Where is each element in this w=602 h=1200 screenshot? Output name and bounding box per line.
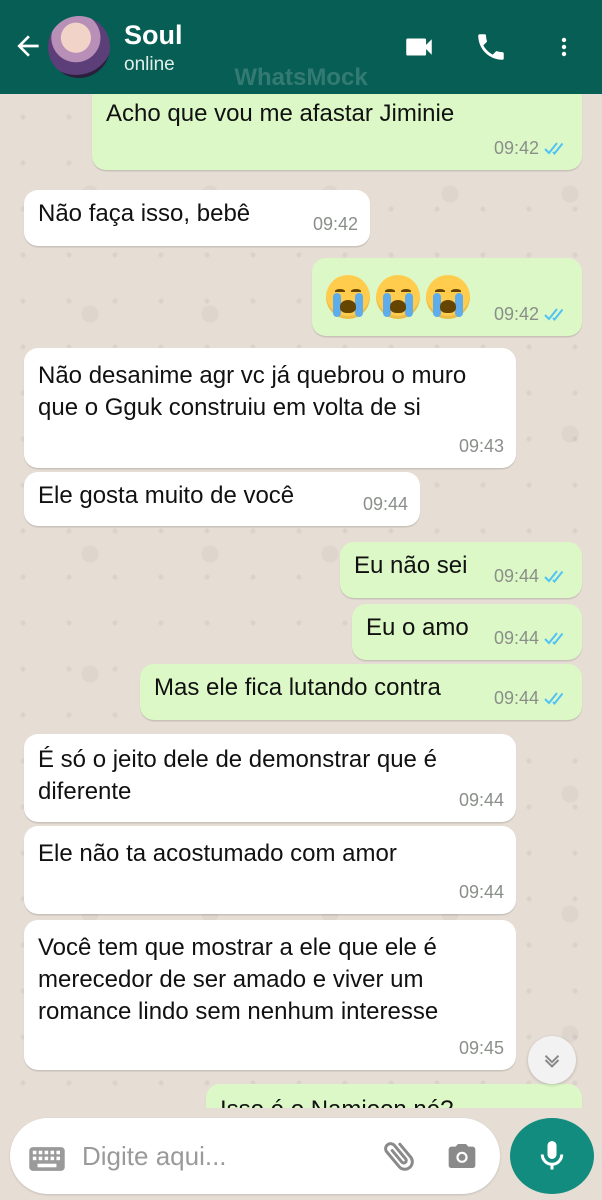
message-meta: 09:44 bbox=[494, 682, 570, 714]
message-time: 09:42 bbox=[493, 138, 539, 158]
double-check-icon bbox=[544, 142, 564, 155]
message-incoming[interactable]: Não desanime agr vc já quebrou o muro qu… bbox=[24, 348, 516, 468]
message-meta: 09:42 bbox=[494, 298, 570, 330]
watermark: WhatsMock bbox=[234, 64, 368, 91]
paperclip-icon[interactable] bbox=[380, 1136, 420, 1176]
message-time: 09:44 bbox=[458, 882, 504, 902]
double-check-icon bbox=[544, 570, 564, 583]
message-incoming[interactable]: Ele não ta acostumado com amor 09:44 bbox=[24, 826, 516, 914]
message-outgoing[interactable]: Eu não sei 09:44 bbox=[340, 542, 582, 598]
message-outgoing[interactable]: Acho que vou me afastar Jiminie 09:42 bbox=[92, 94, 582, 170]
message-meta: 09:45 bbox=[459, 1032, 504, 1064]
phone-icon[interactable] bbox=[474, 30, 508, 64]
message-outgoing[interactable]: Mas ele fica lutando contra 09:44 bbox=[140, 664, 582, 720]
message-composer bbox=[10, 1118, 500, 1194]
double-check-icon bbox=[544, 308, 564, 321]
message-meta: 09:43 bbox=[459, 430, 504, 462]
message-meta: 09:42 bbox=[494, 132, 570, 164]
chat-area[interactable]: Acho que vou me afastar Jiminie 09:42 Nã… bbox=[0, 94, 602, 1108]
message-incoming[interactable]: Você tem que mostrar a ele que ele é mer… bbox=[24, 920, 516, 1070]
message-text: Isso é o Namjoon né? bbox=[220, 1094, 568, 1108]
double-check-icon bbox=[544, 632, 564, 645]
chat-header: Soul online WhatsMock bbox=[0, 0, 602, 94]
arrow-left-icon[interactable] bbox=[12, 30, 44, 62]
mic-icon bbox=[540, 1141, 564, 1170]
message-text: Não faça isso, bebê bbox=[38, 200, 251, 227]
message-time: 09:44 bbox=[493, 566, 539, 586]
message-text: É só o jeito dele de demonstrar que é di… bbox=[38, 746, 437, 805]
double-check-icon bbox=[544, 692, 564, 705]
video-call-icon[interactable] bbox=[398, 30, 440, 64]
chevron-down-icon bbox=[544, 1054, 560, 1068]
message-text: Acho que vou me afastar Jiminie bbox=[106, 100, 455, 127]
message-time: 09:44 bbox=[493, 688, 539, 708]
message-text: Não desanime agr vc já quebrou o muro qu… bbox=[38, 362, 467, 421]
message-outgoing[interactable]: Eu o amo 09:44 bbox=[352, 604, 582, 660]
message-meta: 09:44 bbox=[363, 488, 408, 520]
message-time: 09:42 bbox=[312, 214, 358, 234]
crying-face-icon bbox=[426, 274, 470, 319]
message-text: Você tem que mostrar a ele que ele é mer… bbox=[38, 934, 439, 1025]
keyboard-icon[interactable] bbox=[28, 1146, 66, 1172]
message-time: 09:44 bbox=[362, 494, 408, 514]
message-meta: 09:44 bbox=[459, 876, 504, 908]
message-outgoing[interactable]: 09:42 bbox=[312, 258, 582, 336]
message-time: 09:42 bbox=[493, 304, 539, 324]
mic-button[interactable] bbox=[510, 1118, 594, 1194]
message-text: Ele não ta acostumado com amor bbox=[38, 840, 397, 867]
message-meta: 09:44 bbox=[494, 622, 570, 654]
message-incoming[interactable]: É só o jeito dele de demonstrar que é di… bbox=[24, 734, 516, 822]
message-time: 09:43 bbox=[458, 436, 504, 456]
crying-face-icon bbox=[326, 274, 370, 319]
message-meta: 09:44 bbox=[459, 784, 504, 816]
more-vert-icon[interactable] bbox=[552, 30, 576, 64]
message-meta: 09:44 bbox=[494, 560, 570, 592]
message-time: 09:45 bbox=[458, 1038, 504, 1058]
message-meta: 09:42 bbox=[313, 208, 358, 240]
message-incoming[interactable]: Ele gosta muito de você 09:44 bbox=[24, 472, 420, 526]
scroll-to-bottom-button[interactable] bbox=[528, 1036, 576, 1084]
message-time: 09:44 bbox=[458, 790, 504, 810]
crying-face-icon bbox=[376, 274, 420, 319]
message-text: Ele gosta muito de você bbox=[38, 482, 295, 509]
message-input[interactable] bbox=[82, 1138, 362, 1174]
message-time: 09:44 bbox=[493, 628, 539, 648]
message-incoming[interactable]: Não faça isso, bebê 09:42 bbox=[24, 190, 370, 246]
camera-icon[interactable] bbox=[444, 1140, 480, 1172]
message-outgoing[interactable]: Isso é o Namjoon né? bbox=[206, 1084, 582, 1108]
contact-name[interactable]: Soul bbox=[124, 20, 183, 51]
